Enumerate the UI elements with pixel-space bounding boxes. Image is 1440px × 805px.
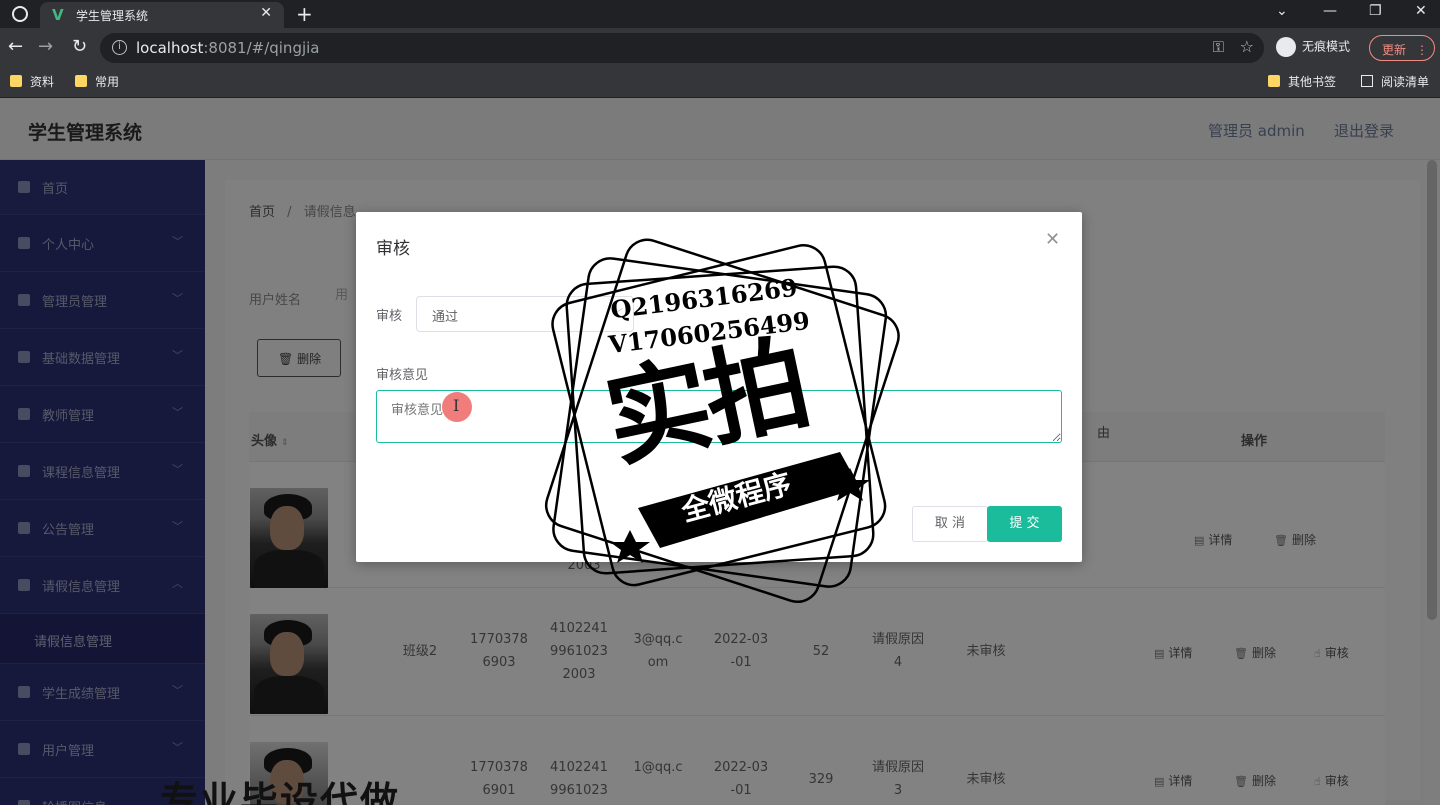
reading-list[interactable]: 阅读清单 (1361, 73, 1429, 90)
key-icon[interactable]: ⚿ (1213, 38, 1224, 56)
bookmark-folder-ziliao[interactable]: 资料 (10, 73, 54, 90)
reading-list-icon (1361, 75, 1373, 87)
review-label: 审核 (376, 309, 403, 324)
submit-button[interactable]: 提 交 (987, 506, 1062, 542)
close-icon[interactable]: ✕ (1045, 229, 1060, 250)
bookmark-folder-changyong[interactable]: 常用 (75, 73, 119, 90)
new-tab-icon[interactable]: + (296, 2, 313, 26)
info-icon[interactable]: i (112, 40, 127, 55)
maximize-icon[interactable]: ❐ (1369, 3, 1382, 19)
back-icon[interactable]: ← (8, 36, 23, 57)
cancel-button[interactable]: 取 消 (912, 506, 988, 542)
folder-icon (1268, 75, 1280, 87)
minimize-icon[interactable]: — (1323, 3, 1337, 19)
bookmark-other[interactable]: 其他书签 (1268, 73, 1336, 90)
tab-close-icon[interactable]: ✕ (260, 5, 272, 21)
close-window-icon[interactable]: ✕ (1415, 3, 1427, 19)
tab-search-chevron-icon[interactable]: ⌄ (1276, 3, 1288, 19)
incognito-icon (1276, 37, 1296, 57)
reload-icon[interactable]: ↻ (72, 36, 87, 57)
star-icon[interactable]: ☆ (1240, 37, 1254, 56)
dialog-title: 审核 (376, 239, 410, 259)
tab-title: 学生管理系统 (76, 9, 149, 23)
browser-tab[interactable]: V 学生管理系统 ✕ (40, 2, 284, 28)
address-bar: ← → ↻ i localhost:8081/#/qingjia ⚿ ☆ 无痕模… (0, 28, 1440, 68)
folder-icon (10, 75, 22, 87)
url-input[interactable]: i localhost:8081/#/qingjia ⚿ ☆ (100, 33, 1264, 63)
vue-favicon-icon: V (52, 6, 64, 24)
browser-tab-bar: V 学生管理系统 ✕ + ⌄ — ❐ ✕ (0, 0, 1440, 28)
incognito-indicator[interactable]: 无痕模式 (1276, 37, 1350, 57)
bottom-watermark-text: 专业毕设代做 (160, 779, 401, 805)
text-cursor-icon: I (453, 396, 460, 415)
bookmarks-bar: 资料 常用 其他书签 阅读清单 (0, 68, 1440, 98)
folder-icon (75, 75, 87, 87)
url-text: localhost:8081/#/qingjia (136, 39, 320, 57)
review-comment-label: 审核意见 (376, 368, 429, 383)
globe-icon[interactable] (12, 6, 28, 22)
update-button[interactable]: 更新 ⋮ (1369, 35, 1435, 61)
forward-icon[interactable]: → (38, 36, 53, 57)
